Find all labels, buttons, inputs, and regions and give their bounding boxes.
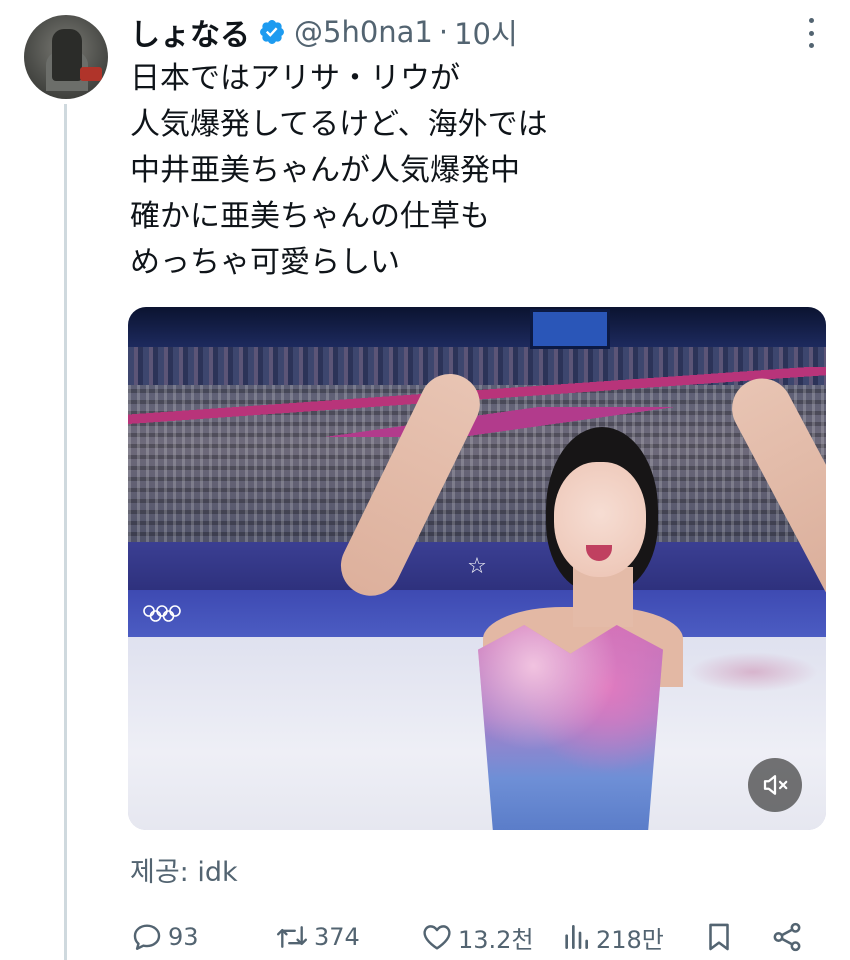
avatar[interactable]: [24, 15, 108, 99]
display-name[interactable]: しょなる: [130, 10, 250, 54]
bookmark-button[interactable]: [702, 915, 736, 959]
tweet[interactable]: しょなる @5h0na1 · 10시 日本ではアリサ・リウが 人気爆発してるけど…: [0, 0, 850, 960]
action-bar: 93 374 13.2천 218만: [130, 915, 820, 959]
handle[interactable]: @5h0na1: [294, 15, 433, 49]
video-player[interactable]: ☆: [128, 307, 826, 830]
share-button[interactable]: [770, 915, 804, 959]
bookmark-icon: [709, 923, 729, 951]
mute-button[interactable]: [748, 758, 802, 812]
like-icon: [423, 925, 451, 950]
separator-dot: ·: [438, 15, 449, 49]
avatar-figure: [52, 29, 82, 81]
timestamp[interactable]: 10시: [454, 11, 518, 53]
video-skater-costume: [478, 625, 663, 830]
verified-badge-icon: [260, 20, 284, 44]
tweet-text-line: 確かに亜美ちゃんの仕草も: [130, 199, 490, 234]
thread-line: [64, 104, 67, 960]
like-count: 13.2천: [458, 925, 534, 954]
star-sticker-icon: ☆: [467, 554, 487, 579]
views-button[interactable]: 218만: [560, 915, 664, 959]
reply-icon: [133, 924, 161, 950]
tweet-header: しょなる @5h0na1 · 10시: [130, 10, 518, 54]
tweet-text-line: 日本ではアリサ・リウが: [130, 61, 460, 96]
video-ice-logo: [688, 652, 818, 692]
more-options-icon[interactable]: [800, 18, 822, 48]
views-icon: [565, 925, 588, 949]
views-count: 218만: [596, 925, 664, 954]
tweet-text: 日本ではアリサ・リウが 人気爆発してるけど、海外では 中井亜美ちゃんが人気爆発中…: [130, 56, 820, 286]
tweet-text-line: めっちゃ可愛らしい: [130, 245, 400, 280]
reply-button[interactable]: 93: [130, 915, 199, 959]
share-icon: [773, 922, 801, 952]
video-rink-board-lower: [128, 590, 826, 642]
repost-count: 374: [314, 923, 360, 951]
video-scoreboard: [530, 309, 610, 349]
like-button[interactable]: 13.2천: [420, 915, 534, 959]
repost-icon: [276, 926, 308, 948]
tweet-text-line: 中井亜美ちゃんが人気爆発中: [130, 153, 520, 188]
repost-button[interactable]: 374: [274, 915, 360, 959]
reply-count: 93: [168, 923, 199, 951]
avatar-object: [80, 67, 102, 81]
tweet-text-line: 人気爆発してるけど、海外では: [130, 107, 548, 142]
mute-icon: [763, 775, 788, 795]
olympic-rings-icon: [143, 605, 181, 622]
video-roof: [128, 307, 826, 347]
media-source: 제공: idk: [130, 857, 238, 888]
